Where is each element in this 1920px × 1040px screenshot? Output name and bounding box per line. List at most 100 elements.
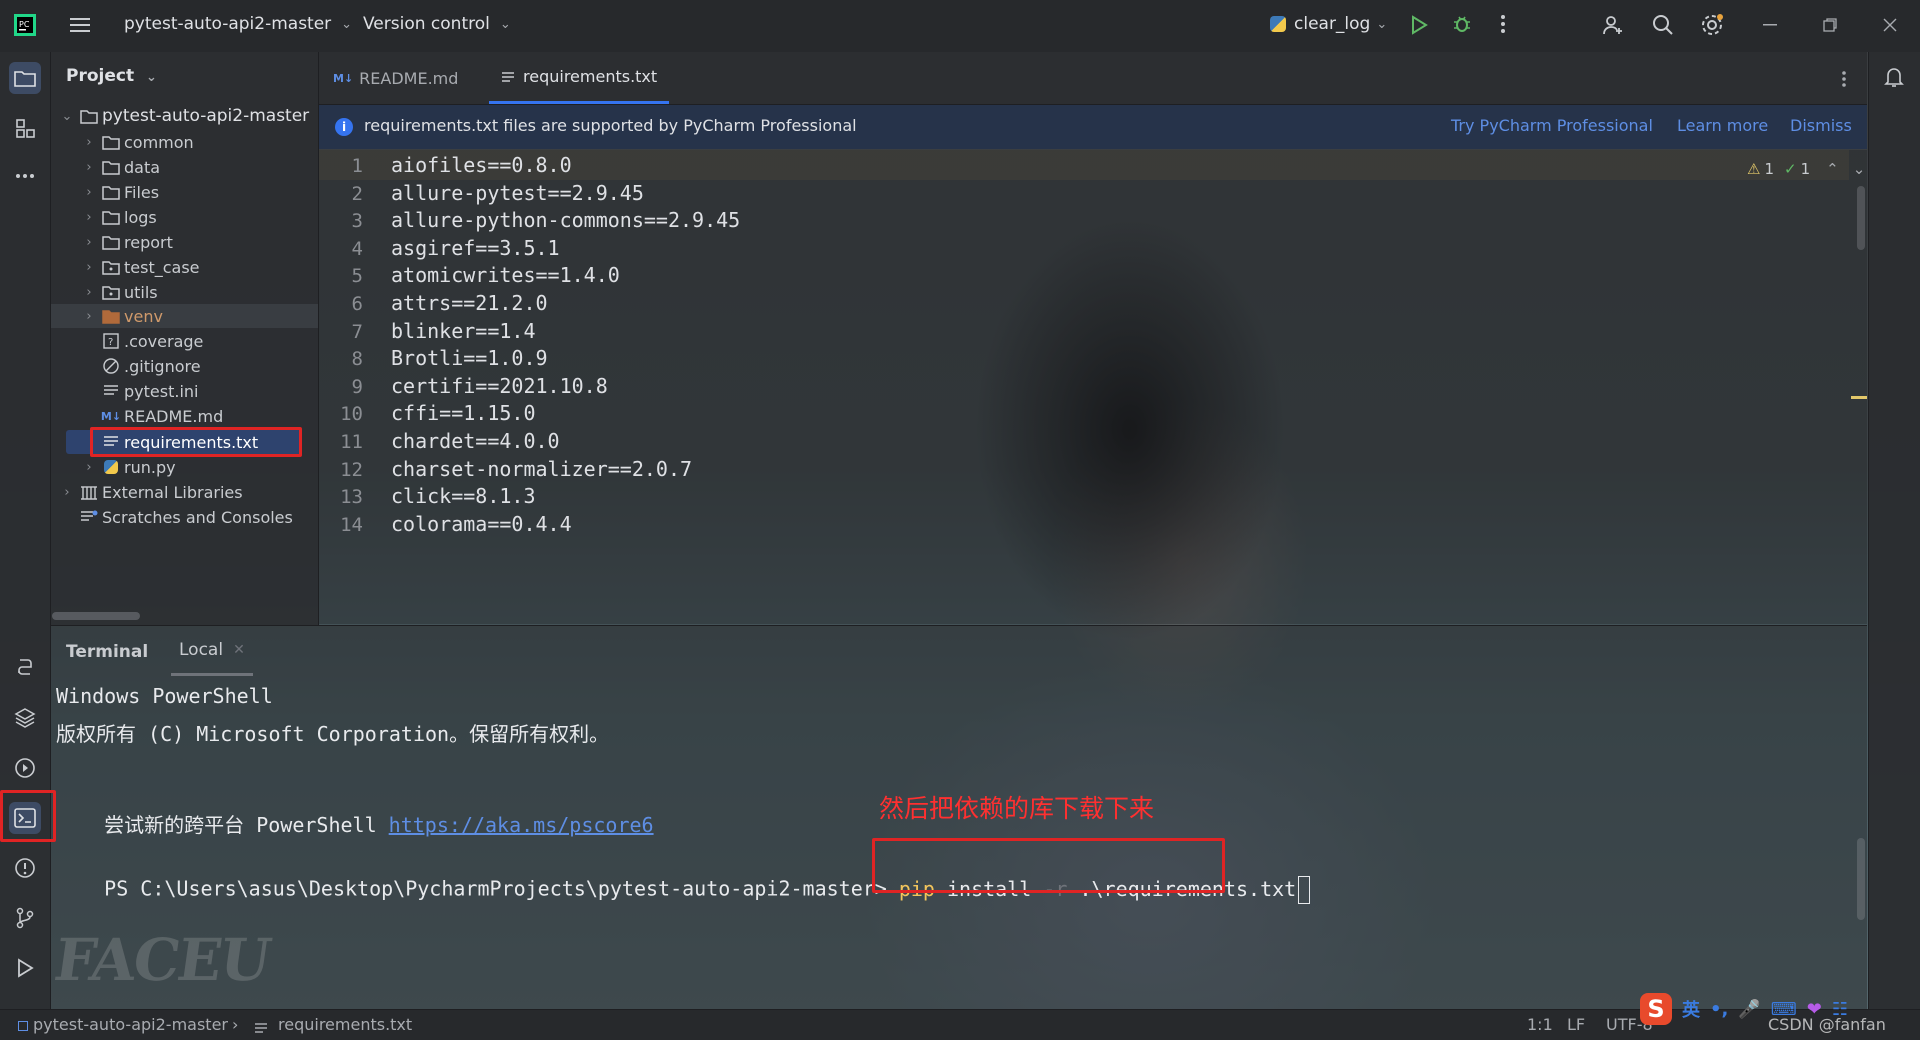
- try-professional-link[interactable]: Try PyCharm Professional: [1451, 116, 1653, 135]
- pscore-link[interactable]: https://aka.ms/pscore6: [389, 813, 654, 837]
- line-number: 14: [340, 513, 363, 536]
- services-icon[interactable]: [9, 752, 41, 784]
- git-branch-icon[interactable]: [9, 902, 41, 934]
- tree-item-utils[interactable]: › utils: [82, 280, 157, 304]
- punctuation-icon[interactable]: •,: [1710, 999, 1728, 1020]
- python-console-icon[interactable]: [9, 651, 41, 683]
- warning-icon: ⚠: [1747, 160, 1761, 178]
- tree-item-report[interactable]: › report: [82, 230, 172, 254]
- close-window-icon[interactable]: [1883, 18, 1897, 32]
- problems-icon[interactable]: [9, 852, 41, 884]
- tab-local[interactable]: Local ✕: [171, 626, 253, 676]
- tree-item-pytest-ini[interactable]: pytest.ini: [82, 379, 198, 403]
- run-tool-icon[interactable]: [9, 952, 41, 984]
- settings-gear-icon[interactable]: [1700, 13, 1724, 37]
- restore-window-icon[interactable]: [1823, 18, 1837, 32]
- keyboard-icon[interactable]: ⌨: [1771, 999, 1797, 1020]
- run-config-label: clear_log: [1294, 14, 1371, 34]
- package-folder-icon: [102, 283, 120, 301]
- code-line: colorama==0.4.4: [391, 511, 572, 536]
- dismiss-link[interactable]: Dismiss: [1790, 116, 1852, 135]
- terminal-tool-highlight-box: [0, 790, 56, 842]
- line-number: 4: [351, 237, 363, 260]
- tree-item-venv[interactable]: › venv: [82, 304, 163, 328]
- breadcrumb-project[interactable]: pytest-auto-api2-master: [33, 1015, 228, 1034]
- code-line: cffi==1.15.0: [391, 401, 536, 426]
- ime-tools-icon[interactable]: ☷: [1832, 999, 1848, 1020]
- chevron-down-icon: ⌄: [146, 70, 157, 85]
- close-tab-icon[interactable]: ✕: [233, 642, 245, 658]
- project-tool-folder-icon[interactable]: [9, 62, 41, 94]
- tree-item-label: test_case: [124, 257, 200, 277]
- folder-icon: [102, 183, 120, 201]
- search-icon[interactable]: [1652, 14, 1674, 36]
- tab-label: requirements.txt: [523, 67, 658, 86]
- markdown-icon: M↓: [333, 71, 354, 85]
- more-actions-icon[interactable]: [1500, 14, 1506, 34]
- add-user-icon[interactable]: [1602, 14, 1624, 36]
- tab-requirements[interactable]: requirements.txt: [489, 52, 670, 104]
- skin-icon[interactable]: ❤: [1807, 999, 1822, 1020]
- text-file-icon: [102, 382, 120, 400]
- title-bar: PC pytest-auto-api2-master ⌄ Version con…: [0, 0, 1920, 52]
- minimize-window-icon[interactable]: [1763, 24, 1777, 26]
- pycharm-logo-icon[interactable]: PC: [14, 14, 36, 36]
- editor-vertical-scrollbar[interactable]: [1857, 186, 1865, 250]
- project-panel-header[interactable]: Project ⌄: [66, 66, 157, 86]
- code-editor[interactable]: 1 aiofiles==0.8.0 2 allure-pytest==2.9.45 3 a…: [319, 150, 1867, 624]
- microphone-icon[interactable]: 🎤: [1738, 999, 1760, 1020]
- project-selector[interactable]: pytest-auto-api2-master ⌄: [124, 14, 352, 34]
- more-tools-icon[interactable]: [9, 160, 41, 192]
- cursor-position[interactable]: 1:1: [1527, 1015, 1553, 1034]
- warning-count: 1: [1764, 160, 1774, 178]
- line-ending[interactable]: LF: [1567, 1015, 1585, 1034]
- run-config-selector[interactable]: clear_log ⌄: [1270, 14, 1387, 34]
- chevron-right-icon: ›: [86, 308, 92, 324]
- terminal-vertical-scrollbar[interactable]: [1857, 838, 1865, 920]
- sogou-logo-icon[interactable]: S: [1640, 993, 1672, 1025]
- excluded-folder-icon: [102, 307, 120, 325]
- notifications-bell-icon[interactable]: [1884, 66, 1904, 88]
- debug-icon[interactable]: [1452, 14, 1472, 34]
- chevron-right-icon: ›: [86, 459, 92, 475]
- learn-more-link[interactable]: Learn more: [1677, 116, 1768, 135]
- breadcrumb-file[interactable]: requirements.txt: [278, 1015, 412, 1034]
- tree-scratches[interactable]: Scratches and Consoles: [60, 505, 293, 529]
- ime-language-toggle[interactable]: 英: [1682, 996, 1700, 1022]
- chevron-right-icon: ›: [232, 1015, 239, 1034]
- line-number: 11: [340, 431, 363, 453]
- command-highlight-box: [872, 838, 1225, 893]
- inspection-widget[interactable]: ⚠ 1 ✓ 1 ⌃ ⌄: [1747, 160, 1865, 178]
- tree-item-coverage[interactable]: ? .coverage: [82, 329, 203, 353]
- tree-item-label: logs: [124, 207, 157, 227]
- tree-root-row[interactable]: ⌄ pytest-auto-api2-master: [60, 104, 310, 128]
- chevron-down-icon: ⌄: [499, 16, 511, 32]
- tree-item-data[interactable]: › data: [82, 155, 160, 179]
- tab-options-icon[interactable]: [1841, 70, 1847, 88]
- tree-item-run-py[interactable]: › run.py: [82, 455, 175, 479]
- right-tool-stripe: [1868, 52, 1920, 1009]
- tree-item-logs[interactable]: › logs: [82, 205, 157, 229]
- tab-readme[interactable]: M↓ README.md: [333, 52, 458, 104]
- left-tool-stripe: [0, 52, 51, 1009]
- tree-item-readme[interactable]: M↓ README.md: [82, 404, 223, 428]
- line-number: 8: [351, 348, 363, 371]
- ignore-file-icon: [102, 357, 120, 375]
- tree-item-common[interactable]: › common: [82, 130, 193, 154]
- project-horizontal-scrollbar[interactable]: [52, 612, 140, 620]
- main-menu-icon[interactable]: [70, 16, 90, 34]
- folder-icon: [102, 158, 120, 176]
- tree-item-gitignore[interactable]: .gitignore: [82, 354, 201, 378]
- tree-external-libraries[interactable]: › External Libraries: [60, 480, 242, 504]
- tree-item-label: README.md: [124, 406, 224, 426]
- python-file-icon: [102, 458, 120, 476]
- tree-item-files[interactable]: › Files: [82, 180, 159, 204]
- structure-icon[interactable]: [9, 112, 41, 144]
- version-control-menu[interactable]: Version control ⌄: [363, 14, 511, 34]
- python-packages-icon[interactable]: [9, 702, 41, 734]
- run-icon[interactable]: [1410, 15, 1428, 35]
- tree-item-test-case[interactable]: › test_case: [82, 255, 200, 279]
- chevron-down-icon[interactable]: ⌄: [1853, 160, 1866, 178]
- line-number: 6: [351, 293, 363, 315]
- chevron-up-icon[interactable]: ⌃: [1826, 160, 1839, 178]
